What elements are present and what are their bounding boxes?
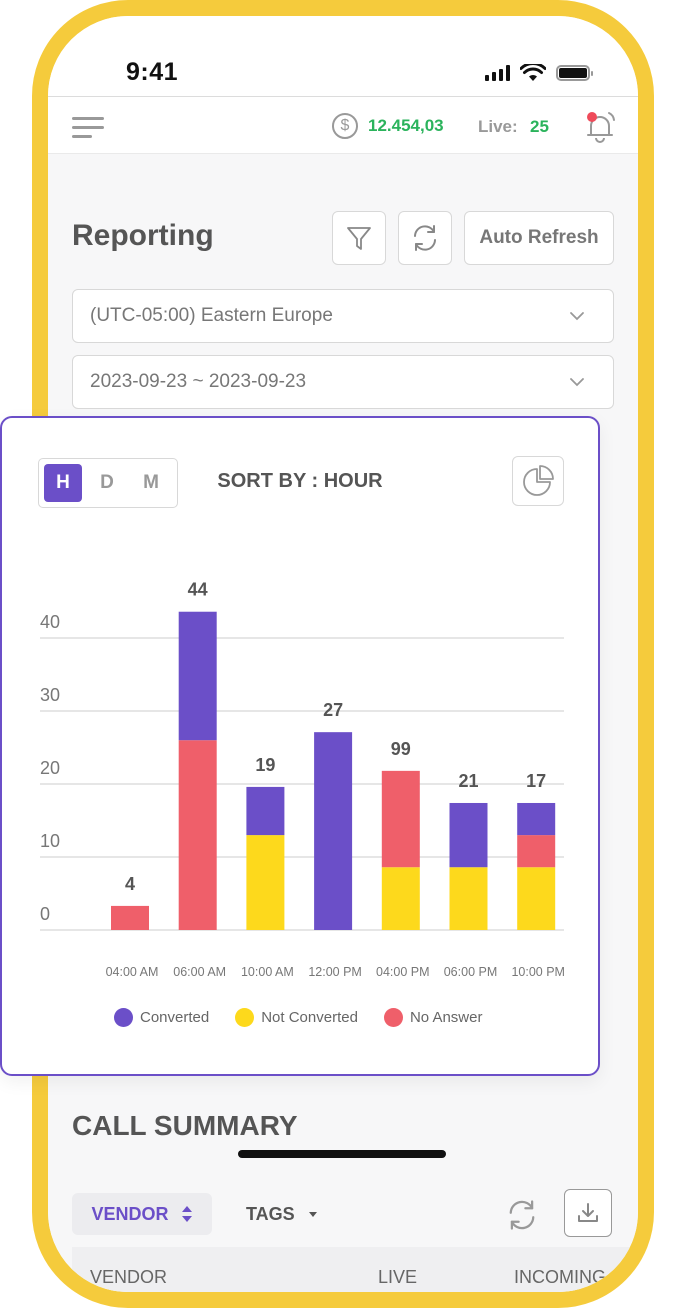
- filter-icon: [347, 227, 371, 250]
- bar-segment-not-converted: [449, 867, 488, 930]
- bar-segment-converted: [517, 802, 556, 836]
- live-label: Live:: [478, 117, 518, 136]
- x-tick-label: 04:00 PM: [376, 965, 430, 979]
- timezone-value: (UTC-05:00) Eastern Europe: [90, 305, 333, 326]
- tags-filter-label: TAGS: [246, 1203, 295, 1224]
- call-summary-title: CALL SUMMARY: [72, 1110, 298, 1141]
- legend-label: Converted: [140, 1009, 210, 1026]
- bar-segment-no-answer: [111, 905, 149, 930]
- status-bar: 9:41: [48, 16, 638, 96]
- date-range-value: 2023-09-23 ~ 2023-09-23: [90, 371, 307, 392]
- data-label: 4: [125, 874, 135, 894]
- bell-icon[interactable]: [582, 109, 618, 145]
- refresh-icon[interactable]: [504, 1197, 540, 1233]
- live-count: 25: [530, 117, 549, 136]
- legend-dot-not-converted: [235, 1008, 255, 1027]
- auto-refresh-button[interactable]: Auto Refresh: [464, 211, 614, 265]
- x-tick-label: 10:00 PM: [511, 965, 565, 979]
- y-tick-label: 20: [40, 758, 60, 778]
- refresh-icon: [414, 225, 436, 251]
- bar-segment-not-converted: [517, 867, 556, 930]
- battery-icon: [556, 65, 593, 81]
- signal-icon: [485, 65, 510, 81]
- column-header-vendor[interactable]: VENDOR: [90, 1267, 167, 1288]
- bar-segment-no-answer: [517, 835, 556, 868]
- timezone-select[interactable]: (UTC-05:00) Eastern Europe: [72, 289, 614, 343]
- chart-legend: Converted Not Converted No Answer: [114, 1008, 482, 1027]
- data-label: 44: [188, 580, 208, 600]
- date-range-select[interactable]: 2023-09-23 ~ 2023-09-23: [72, 355, 614, 409]
- page-title: Reporting: [72, 219, 214, 252]
- vendor-filter-label: VENDOR: [91, 1203, 169, 1224]
- tags-dropdown[interactable]: TAGS: [246, 1193, 319, 1235]
- y-tick-label: 30: [40, 685, 60, 705]
- bar-segment-not-converted: [246, 835, 285, 930]
- download-button[interactable]: [564, 1189, 612, 1237]
- legend-item-converted[interactable]: Converted: [114, 1008, 209, 1027]
- call-summary-table-header: VENDOR LIVE INCOMING: [72, 1247, 638, 1292]
- balance-value: 12.454,03: [368, 116, 444, 135]
- filter-button[interactable]: [332, 211, 386, 265]
- stacked-bar-chart: 0 10 20 30 40 4 04:00 AM 44 06:00 AM 19 10:00 AM 27…: [40, 580, 565, 979]
- legend-label: No Answer: [409, 1009, 483, 1026]
- data-label: 21: [458, 771, 478, 791]
- download-icon: [578, 1203, 598, 1222]
- data-label: 27: [323, 700, 343, 720]
- bar-segment-converted: [314, 732, 353, 930]
- data-label: 99: [391, 739, 411, 759]
- wifi-icon: [520, 64, 546, 81]
- data-label: 17: [526, 771, 546, 791]
- legend-dot-no-answer: [383, 1008, 403, 1027]
- x-tick-label: 06:00 PM: [444, 965, 498, 979]
- top-bar: $ 12.454,03 Live: 25: [48, 96, 638, 154]
- bar-segment-no-answer: [178, 740, 217, 930]
- y-tick-label: 40: [40, 612, 60, 632]
- bar-segment-converted: [449, 802, 488, 868]
- x-tick-label: 06:00 AM: [173, 965, 226, 979]
- chevron-down-icon: [570, 312, 584, 321]
- x-tick-label: 04:00 AM: [106, 965, 159, 979]
- sort-icon: [181, 1206, 192, 1222]
- x-tick-label: 12:00 PM: [308, 965, 362, 979]
- status-time: 9:41: [126, 58, 179, 86]
- data-label: 19: [255, 755, 275, 775]
- bar-segment-converted: [178, 611, 217, 741]
- vendor-sort-button[interactable]: VENDOR: [72, 1193, 212, 1235]
- bar-segment-no-answer: [381, 770, 420, 868]
- caret-down-icon: [308, 1212, 317, 1217]
- legend-item-no-answer[interactable]: No Answer: [383, 1008, 483, 1027]
- hamburger-menu-icon[interactable]: [72, 117, 104, 139]
- status-icons: [485, 64, 593, 82]
- balance: $ 12.454,03: [332, 113, 444, 139]
- dollar-circle-icon: $: [332, 113, 358, 139]
- column-header-live[interactable]: LIVE: [378, 1267, 417, 1288]
- column-header-incoming[interactable]: INCOMING: [514, 1267, 606, 1288]
- refresh-button[interactable]: [398, 211, 452, 265]
- legend-dot-converted: [114, 1008, 133, 1027]
- legend-label: Not Converted: [261, 1009, 358, 1026]
- chevron-down-icon: [570, 378, 584, 387]
- y-tick-label: 0: [40, 904, 50, 924]
- bar-segment-converted: [246, 786, 285, 836]
- home-indicator: [238, 1150, 446, 1158]
- legend-item-not-converted[interactable]: Not Converted: [235, 1008, 358, 1027]
- bar-segment-not-converted: [381, 867, 420, 930]
- y-tick-label: 10: [40, 831, 60, 851]
- x-tick-label: 10:00 AM: [241, 965, 294, 979]
- chart-card: H D M SORT BY : HOUR 0 10 20 30 40 4 04:00 AM 4…: [0, 416, 600, 1076]
